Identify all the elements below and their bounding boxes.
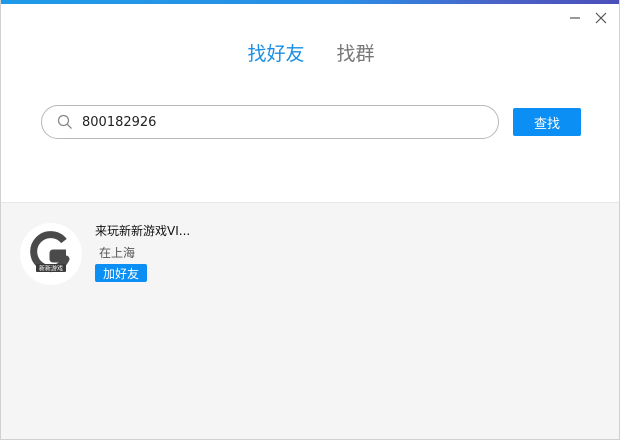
minimize-button[interactable] <box>567 10 583 26</box>
svg-text:新新游戏: 新新游戏 <box>39 265 63 273</box>
add-friend-button[interactable]: 加好友 <box>95 264 147 282</box>
search-type-tabs: 找好友 找群 <box>1 40 619 68</box>
search-input[interactable] <box>80 113 464 131</box>
search-button[interactable]: 查找 <box>513 108 581 136</box>
results-panel: 新新游戏 来玩新新游戏VI... 在上海 加好友 <box>1 202 619 439</box>
result-name: 来玩新新游戏VI... <box>95 224 191 238</box>
window-accent-bar <box>1 0 619 4</box>
close-button[interactable] <box>593 10 609 26</box>
add-contact-window: 找好友 找群 查找 新新游戏 来玩新新游戏VI <box>0 0 620 440</box>
minimize-icon <box>570 17 580 19</box>
tab-find-friends[interactable]: 找好友 <box>247 40 304 68</box>
close-icon <box>595 12 607 24</box>
list-item: 新新游戏 来玩新新游戏VI... 在上海 加好友 <box>20 223 190 285</box>
tab-find-groups[interactable]: 找群 <box>337 40 375 68</box>
game-logo-icon: 新新游戏 <box>30 231 70 273</box>
search-row: 查找 <box>41 104 581 140</box>
search-icon <box>56 113 74 131</box>
result-info: 来玩新新游戏VI... 在上海 加好友 <box>95 223 190 285</box>
result-location: 在上海 <box>99 246 136 260</box>
avatar[interactable]: 新新游戏 <box>20 223 82 285</box>
search-box[interactable] <box>41 105 499 139</box>
window-controls <box>567 10 609 26</box>
